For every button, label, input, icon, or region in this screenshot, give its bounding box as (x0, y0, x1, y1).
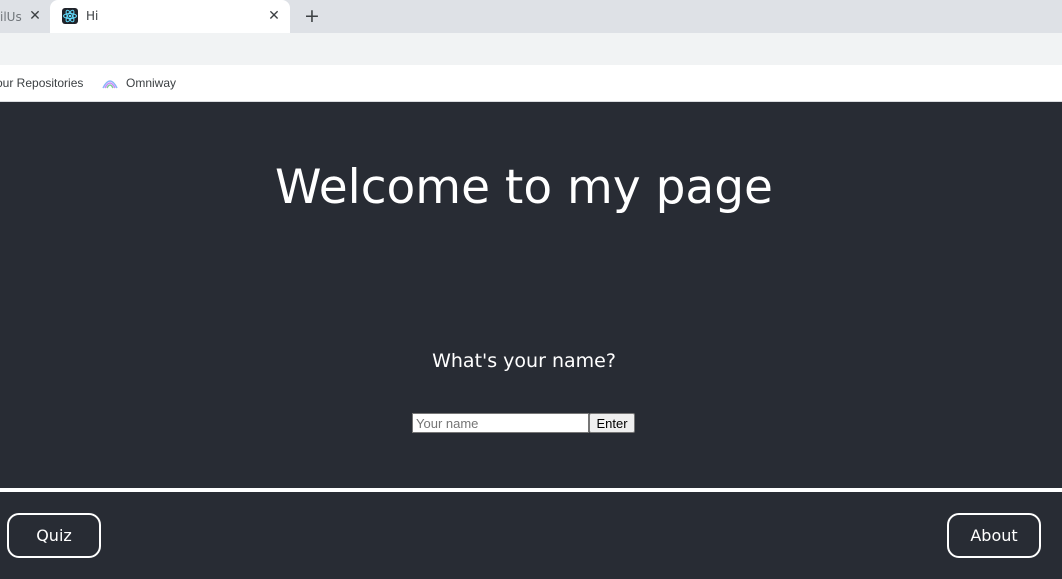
tab-active-title: Hi (86, 9, 99, 23)
browser-tabstrip: ilUs ✕ Hi ✕ + (0, 0, 1062, 33)
about-button[interactable]: About (947, 513, 1041, 558)
name-form: Enter (412, 413, 635, 433)
browser-toolbar (0, 33, 1062, 65)
divider (0, 488, 1062, 492)
name-prompt: What's your name? (432, 350, 616, 372)
bookmark-repositories[interactable]: our Repositories (0, 75, 83, 91)
tab-previous[interactable]: ilUs ✕ (0, 0, 50, 33)
react-icon (62, 8, 78, 24)
quiz-button[interactable]: Quiz (7, 513, 101, 558)
close-icon[interactable]: ✕ (27, 8, 43, 24)
bookmarks-bar: our Repositories Omniway (0, 65, 1062, 102)
page-title: Welcome to my page (275, 160, 773, 215)
bookmark-omniway[interactable]: Omniway (102, 75, 176, 91)
tab-previous-title: ilUs (0, 9, 22, 24)
page-content: Welcome to my page What's your name? Ent… (0, 102, 1062, 579)
close-icon[interactable]: ✕ (266, 8, 282, 24)
bookmark-label: Omniway (126, 76, 177, 90)
enter-button[interactable]: Enter (589, 413, 635, 433)
name-input[interactable] (412, 413, 589, 433)
new-tab-button[interactable]: + (302, 6, 322, 26)
bookmark-label: our Repositories (0, 76, 84, 90)
omniway-icon (102, 76, 118, 90)
tab-active[interactable]: Hi ✕ (50, 0, 290, 33)
